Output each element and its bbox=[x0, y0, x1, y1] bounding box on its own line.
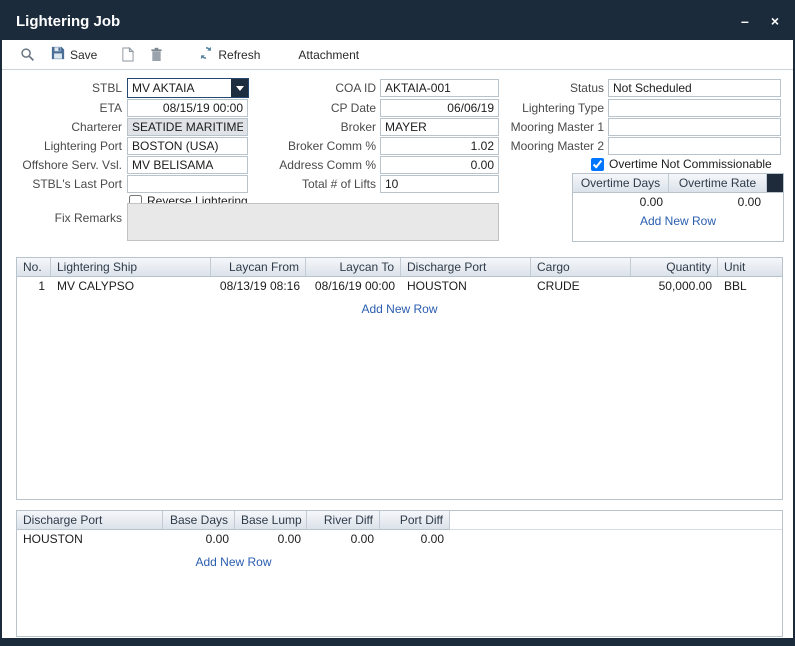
stbl-select[interactable]: MV AKTAIA bbox=[127, 78, 249, 98]
lightering-job-window: Lightering Job – × Save Refresh Attachme… bbox=[0, 0, 795, 646]
attachment-button[interactable]: Attachment bbox=[298, 48, 359, 62]
discharge-add-new-row-link[interactable]: Add New Row bbox=[17, 555, 450, 569]
overtime-rate-cell: 0.00 bbox=[669, 193, 767, 211]
titlebar: Lightering Job – × bbox=[2, 2, 793, 40]
overtime-days-header[interactable]: Overtime Days bbox=[573, 174, 669, 192]
overtime-days-cell: 0.00 bbox=[573, 193, 669, 211]
fix-remarks-textarea[interactable] bbox=[127, 203, 499, 241]
save-label: Save bbox=[70, 48, 97, 62]
column-header-cargo[interactable]: Cargo bbox=[531, 258, 631, 276]
cell-no: 1 bbox=[17, 277, 51, 295]
toolbar: Save Refresh Attachment bbox=[2, 40, 793, 70]
close-button[interactable]: × bbox=[771, 14, 779, 28]
lifts-add-new-row-link[interactable]: Add New Row bbox=[17, 302, 782, 316]
overtime-table-row[interactable]: 0.00 0.00 bbox=[573, 193, 783, 211]
cell-laycan-to: 08/16/19 00:00 bbox=[306, 277, 401, 295]
form-area: STBL MV AKTAIA ETA Charterer Lightering … bbox=[2, 70, 793, 638]
refresh-button[interactable]: Refresh bbox=[199, 46, 260, 63]
stbl-last-port-label: STBL's Last Port bbox=[12, 175, 122, 193]
broker-comm-label: Broker Comm % bbox=[264, 137, 376, 155]
lifts-table: No. Lightering Ship Laycan From Laycan T… bbox=[16, 257, 783, 500]
cell-cargo: CRUDE bbox=[531, 277, 631, 295]
status-input[interactable] bbox=[608, 79, 781, 97]
overtime-not-commissionable-label: Overtime Not Commissionable bbox=[609, 157, 772, 171]
column-header-quantity[interactable]: Quantity bbox=[631, 258, 718, 276]
address-comm-label: Address Comm % bbox=[264, 156, 376, 174]
overtime-table: Overtime Days Overtime Rate 0.00 0.00 Ad… bbox=[572, 173, 784, 242]
column-header-laycan-from[interactable]: Laycan From bbox=[211, 258, 306, 276]
stbl-value: MV AKTAIA bbox=[128, 81, 231, 95]
overtime-rate-header[interactable]: Overtime Rate bbox=[669, 174, 767, 192]
save-icon bbox=[51, 46, 65, 63]
coa-id-label: COA ID bbox=[264, 79, 376, 97]
window-controls: – × bbox=[741, 14, 779, 28]
discharge-table: Discharge Port Base Days Base Lump River… bbox=[16, 510, 783, 637]
mooring-master-2-label: Mooring Master 2 bbox=[488, 137, 604, 155]
column-header-port-diff[interactable]: Port Diff bbox=[380, 511, 450, 530]
broker-comm-input[interactable] bbox=[380, 137, 499, 155]
refresh-label: Refresh bbox=[218, 48, 260, 62]
stbl-last-port-input[interactable] bbox=[127, 175, 248, 193]
cell-base-lump: 0.00 bbox=[235, 530, 307, 548]
mooring-master-1-input[interactable] bbox=[608, 118, 781, 136]
address-comm-input[interactable] bbox=[380, 156, 499, 174]
overtime-not-commissionable-checkbox[interactable] bbox=[591, 158, 604, 171]
broker-input[interactable] bbox=[380, 118, 499, 136]
column-header-lightering-ship[interactable]: Lightering Ship bbox=[51, 258, 211, 276]
cell-laycan-from: 08/13/19 08:16 bbox=[211, 277, 306, 295]
charterer-label: Charterer bbox=[12, 118, 122, 136]
lightering-port-label: Lightering Port bbox=[12, 137, 122, 155]
cell-lightering-ship: MV CALYPSO bbox=[51, 277, 211, 295]
total-lifts-input[interactable] bbox=[380, 175, 499, 193]
save-button[interactable]: Save bbox=[51, 46, 97, 63]
chevron-down-icon[interactable] bbox=[231, 79, 248, 97]
column-header-no[interactable]: No. bbox=[17, 258, 51, 276]
column-header-discharge-port2[interactable]: Discharge Port bbox=[17, 511, 163, 530]
total-lifts-label: Total # of Lifts bbox=[264, 175, 376, 193]
column-header-base-lump[interactable]: Base Lump bbox=[235, 511, 307, 530]
mooring-master-2-input[interactable] bbox=[608, 137, 781, 155]
new-document-icon[interactable] bbox=[121, 47, 134, 62]
discharge-table-row[interactable]: HOUSTON 0.00 0.00 0.00 0.00 bbox=[17, 530, 782, 548]
offshore-serv-vsl-input[interactable] bbox=[127, 156, 248, 174]
lightering-type-input[interactable] bbox=[608, 99, 781, 117]
refresh-icon bbox=[199, 46, 213, 63]
minimize-button[interactable]: – bbox=[741, 14, 749, 28]
attachment-label: Attachment bbox=[298, 48, 359, 62]
cell-base-days: 0.00 bbox=[163, 530, 235, 548]
window-title: Lightering Job bbox=[16, 13, 120, 30]
coa-id-input[interactable] bbox=[380, 79, 499, 97]
mooring-master-1-label: Mooring Master 1 bbox=[488, 118, 604, 136]
cell-unit: BBL bbox=[718, 277, 782, 295]
overtime-table-corner bbox=[767, 174, 783, 192]
offshore-serv-vsl-label: Offshore Serv. Vsl. bbox=[12, 156, 122, 174]
lightering-type-label: Lightering Type bbox=[488, 99, 604, 117]
charterer-input[interactable] bbox=[127, 118, 248, 136]
cp-date-input[interactable] bbox=[380, 99, 499, 117]
eta-label: ETA bbox=[12, 99, 122, 117]
cell-port-diff: 0.00 bbox=[380, 530, 450, 548]
cell-discharge-port: HOUSTON bbox=[401, 277, 531, 295]
column-header-unit[interactable]: Unit bbox=[718, 258, 782, 276]
search-icon[interactable] bbox=[20, 47, 35, 62]
broker-label: Broker bbox=[264, 118, 376, 136]
cell-river-diff: 0.00 bbox=[307, 530, 380, 548]
eta-input[interactable] bbox=[127, 99, 248, 117]
lifts-table-row[interactable]: 1 MV CALYPSO 08/13/19 08:16 08/16/19 00:… bbox=[17, 277, 782, 295]
lightering-port-input[interactable] bbox=[127, 137, 248, 155]
column-header-river-diff[interactable]: River Diff bbox=[307, 511, 380, 530]
column-header-laycan-to[interactable]: Laycan To bbox=[306, 258, 401, 276]
column-header-discharge-port[interactable]: Discharge Port bbox=[401, 258, 531, 276]
column-header-spacer bbox=[450, 511, 782, 530]
cell-discharge-port2: HOUSTON bbox=[17, 530, 163, 548]
column-header-base-days[interactable]: Base Days bbox=[163, 511, 235, 530]
fix-remarks-label: Fix Remarks bbox=[12, 209, 122, 227]
cp-date-label: CP Date bbox=[264, 99, 376, 117]
overtime-add-new-row-link[interactable]: Add New Row bbox=[573, 214, 783, 228]
stbl-label: STBL bbox=[12, 79, 122, 97]
status-label: Status bbox=[488, 79, 604, 97]
cell-quantity: 50,000.00 bbox=[631, 277, 718, 295]
delete-icon[interactable] bbox=[150, 47, 163, 62]
